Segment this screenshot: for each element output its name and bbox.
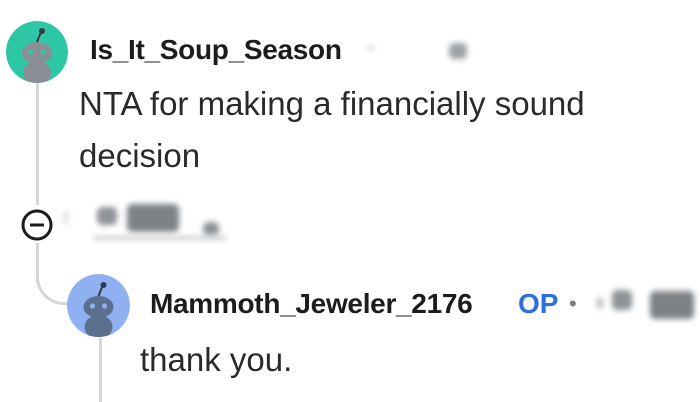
redacted-actions xyxy=(97,207,117,225)
redacted-metadata xyxy=(368,46,374,50)
separator-dot: • xyxy=(569,291,577,316)
thread-line-top xyxy=(36,80,39,205)
minus-circle-icon xyxy=(21,209,53,241)
avatar[interactable] xyxy=(6,21,68,83)
reddit-snoo-icon xyxy=(67,274,130,337)
redacted-metadata xyxy=(650,291,694,319)
op-badge: OP xyxy=(518,288,559,319)
redacted-metadata xyxy=(597,297,603,309)
thread-line-reply xyxy=(99,338,102,402)
comment-body-line: NTA for making a financially sound xyxy=(79,85,585,122)
comment-body-line: decision xyxy=(79,137,201,174)
redacted-actions xyxy=(64,211,68,225)
redacted-actions xyxy=(93,236,227,240)
reddit-snoo-icon xyxy=(6,21,68,83)
comment-username[interactable]: Mammoth_Jeweler_2176 xyxy=(150,288,473,320)
redacted-actions xyxy=(203,222,219,236)
collapse-button[interactable] xyxy=(20,208,54,242)
comment-body-line: thank you. xyxy=(140,341,293,378)
redacted-actions xyxy=(127,204,179,232)
redacted-metadata xyxy=(612,290,632,310)
avatar[interactable] xyxy=(67,274,130,337)
comment-username[interactable]: Is_It_Soup_Season xyxy=(90,34,342,66)
redacted-metadata xyxy=(449,43,467,59)
